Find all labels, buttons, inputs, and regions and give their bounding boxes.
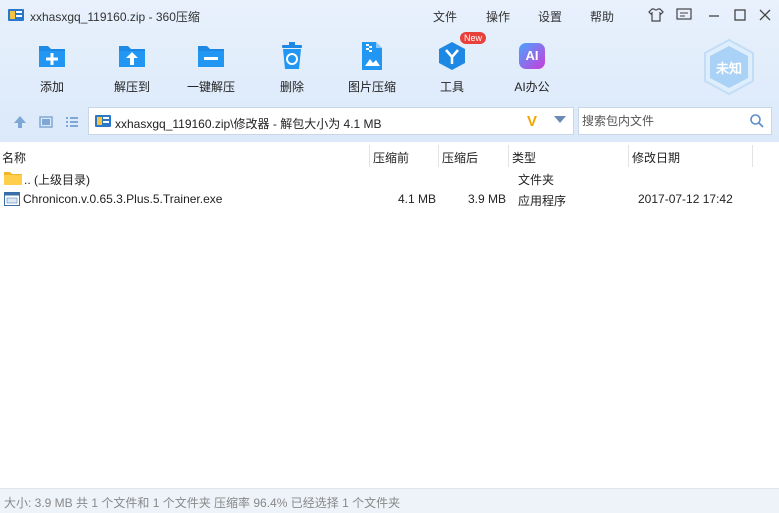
add-button[interactable]: 添加 xyxy=(17,38,87,98)
search-input[interactable] xyxy=(582,113,742,129)
status-text: 大小: 3.9 MB 共 1 个文件和 1 个文件夹 压缩率 96.4% 已经选… xyxy=(4,496,401,510)
tools-button[interactable]: New 工具 xyxy=(417,32,487,98)
maximize-icon[interactable] xyxy=(731,6,749,24)
minimize-icon[interactable] xyxy=(705,6,723,24)
file-type: 应用程序 xyxy=(518,194,567,208)
ai-office-button[interactable]: AI AI办公 xyxy=(497,38,567,98)
archive-icon xyxy=(95,114,111,128)
one-click-extract-button[interactable]: 一键解压 xyxy=(176,38,246,98)
address-bar[interactable]: xxhasxgq_119160.zip\修改器 - 解包大小为 4.1 MB V xyxy=(88,107,574,135)
extract-to-label: 解压到 xyxy=(113,80,150,94)
column-divider[interactable] xyxy=(438,145,439,167)
column-type[interactable]: 类型 xyxy=(512,149,536,166)
security-status-label: 未知 xyxy=(715,61,742,76)
trash-icon xyxy=(276,40,308,72)
delete-label: 删除 xyxy=(279,80,304,94)
file-size-after: 3.9 MB xyxy=(467,192,506,206)
image-compress-label: 图片压缩 xyxy=(347,80,396,94)
v-mark-icon[interactable]: V xyxy=(527,113,537,130)
column-size-after[interactable]: 压缩后 xyxy=(442,149,478,166)
header-area: xxhasxgq_119160.zip - 360压缩 文件 操作 设置 帮助 … xyxy=(0,0,779,142)
file-name: .. (上级目录) xyxy=(24,173,90,187)
title-bar[interactable]: xxhasxgq_119160.zip - 360压缩 文件 操作 设置 帮助 xyxy=(0,0,779,30)
list-view-icon[interactable] xyxy=(64,114,80,130)
column-divider[interactable] xyxy=(369,145,370,167)
tools-icon xyxy=(436,40,468,72)
column-divider[interactable] xyxy=(508,145,509,167)
menu-settings[interactable]: 设置 xyxy=(538,8,562,25)
window-title: xxhasxgq_119160.zip - 360压缩 xyxy=(30,10,200,24)
extract-to-button[interactable]: 解压到 xyxy=(97,38,167,98)
file-size-before: 4.1 MB xyxy=(397,192,436,206)
column-name[interactable]: 名称 xyxy=(2,149,26,166)
file-name: Chronicon.v.0.65.3.Plus.5.Trainer.exe xyxy=(23,192,223,206)
file-type: 文件夹 xyxy=(518,173,555,187)
add-label: 添加 xyxy=(39,80,64,94)
column-size-before[interactable]: 压缩前 xyxy=(373,149,409,166)
column-header: 名称 压缩前 压缩后 类型 修改日期 xyxy=(0,145,779,167)
menu-operation[interactable]: 操作 xyxy=(486,8,510,25)
menu-help[interactable]: 帮助 xyxy=(590,8,614,25)
delete-button[interactable]: 删除 xyxy=(257,38,327,98)
image-compress-button[interactable]: 图片压缩 xyxy=(337,38,407,98)
tools-label: 工具 xyxy=(439,80,464,94)
ai-office-label: AI办公 xyxy=(514,80,550,94)
security-status-badge[interactable]: 未知 xyxy=(700,38,758,96)
column-modified-date[interactable]: 修改日期 xyxy=(632,149,680,166)
status-bar: 大小: 3.9 MB 共 1 个文件和 1 个文件夹 压缩率 96.4% 已经选… xyxy=(0,488,779,513)
add-icon xyxy=(36,40,68,72)
extract-to-icon xyxy=(116,40,148,72)
folder-icon xyxy=(4,171,22,185)
file-row[interactable]: Chronicon.v.0.65.3.Plus.5.Trainer.exe 4.… xyxy=(0,189,779,210)
search-box[interactable] xyxy=(578,107,772,135)
new-badge: New xyxy=(460,32,487,44)
column-divider[interactable] xyxy=(752,145,753,167)
file-row-parent[interactable]: .. (上级目录) 文件夹 xyxy=(0,168,779,189)
address-path: xxhasxgq_119160.zip\修改器 - 解包大小为 4.1 MB xyxy=(115,117,382,131)
thumbnail-view-icon[interactable] xyxy=(38,114,54,130)
one-click-extract-icon xyxy=(195,40,227,72)
dropdown-arrow-icon[interactable] xyxy=(554,116,566,123)
close-icon[interactable] xyxy=(756,6,774,24)
feedback-icon[interactable] xyxy=(675,6,693,24)
file-date: 2017-07-12 17:42 xyxy=(638,192,733,206)
archive-icon xyxy=(8,8,24,22)
ai-icon-text: AI xyxy=(525,48,539,63)
one-click-extract-label: 一键解压 xyxy=(186,80,235,94)
menu-file[interactable]: 文件 xyxy=(433,8,457,25)
column-divider[interactable] xyxy=(628,145,629,167)
skin-icon[interactable] xyxy=(647,6,665,24)
exe-file-icon xyxy=(4,192,20,206)
image-compress-icon xyxy=(356,40,388,72)
search-icon[interactable] xyxy=(749,113,765,129)
up-arrow-icon[interactable] xyxy=(12,114,28,130)
